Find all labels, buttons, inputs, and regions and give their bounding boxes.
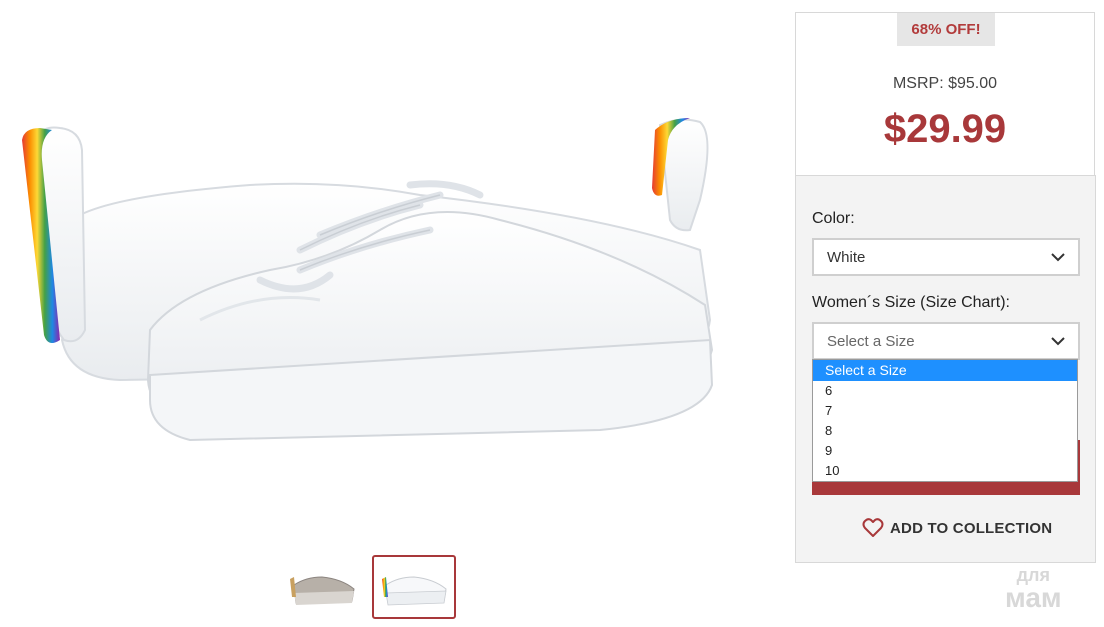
white-sneaker-thumbnail-image [382,576,447,606]
size-option-placeholder[interactable]: Select a Size [813,360,1077,381]
size-label: Women´s Size (Size Chart): [812,294,1010,311]
price-box: 68% OFF! MSRP: $95.00 $29.99 [795,12,1095,175]
size-select[interactable]: Select a Size [812,322,1080,360]
discount-badge: 68% OFF! [897,13,995,46]
size-option-6[interactable]: 6 [813,381,1077,401]
chevron-down-icon [1051,253,1065,262]
product-main-image[interactable] [0,0,780,545]
size-option-8[interactable]: 8 [813,421,1077,441]
size-select-value: Select a Size [827,332,915,350]
size-option-9[interactable]: 9 [813,441,1077,461]
msrp-text: MSRP: $95.00 [892,75,998,92]
color-label: Color: [812,210,855,227]
size-option-7[interactable]: 7 [813,401,1077,421]
watermark-line2: мам [1005,582,1062,613]
add-to-collection-label: ADD TO COLLECTION [890,519,1053,537]
thumbnail-strip [280,555,456,619]
size-option-10[interactable]: 10 [813,461,1077,481]
chevron-down-icon [1051,337,1065,346]
grey-sneaker-thumbnail-image [290,576,355,605]
sale-price: $29.99 [883,107,1007,151]
color-select-value: White [827,248,866,266]
size-dropdown-list: Select a Size 6 7 8 9 10 [812,359,1078,482]
white-sneakers-image [22,118,714,442]
heart-icon [862,518,884,537]
site-watermark-logo: для мам [1005,566,1062,612]
thumbnail-white-variant[interactable] [372,555,456,619]
color-select[interactable]: White [812,238,1080,276]
thumbnail-grey-variant[interactable] [280,555,364,619]
add-to-collection-button[interactable]: ADD TO COLLECTION [862,518,1052,538]
